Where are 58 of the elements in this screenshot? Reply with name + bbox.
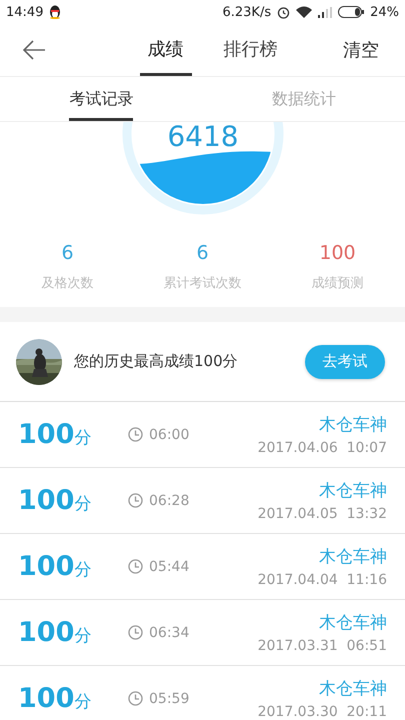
duration-text: 06:00 — [149, 426, 190, 442]
record-row[interactable]: 100分 06:00 木仓车神 2017.04.06 10:07 — [0, 402, 405, 468]
sub-tab[interactable]: 考试记录 — [69, 77, 134, 121]
clock-icon — [128, 625, 143, 640]
record-datetime: 2017.03.30 20:11 — [258, 704, 387, 720]
clock-icon — [128, 559, 143, 574]
gauge-value: 6418 — [166, 122, 238, 153]
user-name: 木仓车神 — [319, 414, 387, 436]
duration-text: 06:28 — [149, 492, 190, 508]
record-datetime: 2017.04.05 13:32 — [258, 506, 387, 522]
score-value: 100 — [18, 485, 74, 516]
score-unit: 分 — [74, 494, 92, 514]
score-value: 100 — [18, 617, 74, 648]
score-unit: 分 — [74, 692, 92, 712]
record-row[interactable]: 100分 06:34 木仓车神 2017.03.31 06:51 — [0, 600, 405, 666]
start-exam-button[interactable]: 去考试 — [305, 344, 385, 378]
score-unit: 分 — [74, 428, 92, 448]
sub-tab[interactable]: 数据统计 — [272, 77, 336, 121]
signal-icon — [318, 6, 332, 18]
battery-icon — [338, 6, 364, 18]
back-arrow-icon[interactable] — [22, 40, 46, 60]
record-datetime: 2017.04.06 10:07 — [258, 440, 387, 456]
network-speed: 6.23K/s — [222, 4, 272, 20]
stat-label: 及格次数 — [42, 275, 94, 292]
duration-text: 05:59 — [149, 690, 190, 706]
score-unit: 分 — [74, 560, 92, 580]
user-name: 木仓车神 — [319, 546, 387, 568]
alarm-icon — [277, 6, 290, 18]
battery-level: 24% — [370, 4, 399, 20]
record-row[interactable]: 100分 05:44 木仓车神 2017.04.04 11:16 — [0, 534, 405, 600]
record-datetime: 2017.04.04 11:16 — [258, 572, 387, 588]
clock-icon — [128, 427, 143, 442]
score-unit: 分 — [74, 626, 92, 646]
record-datetime: 2017.03.31 06:51 — [258, 638, 387, 654]
clock-icon — [128, 493, 143, 508]
score-value: 100 — [18, 419, 74, 450]
user-name: 木仓车神 — [319, 612, 387, 634]
score-value: 100 — [18, 551, 74, 582]
duration-text: 05:44 — [149, 558, 190, 574]
best-score-text: 您的历史最高成绩100分 — [74, 352, 239, 371]
user-name: 木仓车神 — [319, 678, 387, 700]
clock-time: 14:49 — [6, 4, 44, 20]
user-name: 木仓车神 — [319, 480, 387, 502]
clock-icon — [128, 691, 143, 706]
clear-button[interactable]: 清空 — [337, 37, 385, 63]
header-tab[interactable]: 成绩 — [140, 24, 192, 76]
record-row[interactable]: 100分 05:59 木仓车神 2017.03.30 20:11 — [0, 666, 405, 720]
wifi-icon — [296, 6, 312, 18]
stat-value: 6 — [196, 242, 209, 264]
stat-value: 6 — [61, 242, 74, 264]
header-tab[interactable]: 排行榜 — [216, 24, 286, 76]
penguin-icon — [49, 5, 62, 19]
stat-label: 累计考试次数 — [164, 275, 242, 292]
score-value: 100 — [18, 683, 74, 714]
record-row[interactable]: 100分 06:28 木仓车神 2017.04.05 13:32 — [0, 468, 405, 534]
stat-label: 成绩预测 — [312, 275, 364, 292]
duration-text: 06:34 — [149, 624, 190, 640]
stat-value: 100 — [319, 242, 356, 264]
